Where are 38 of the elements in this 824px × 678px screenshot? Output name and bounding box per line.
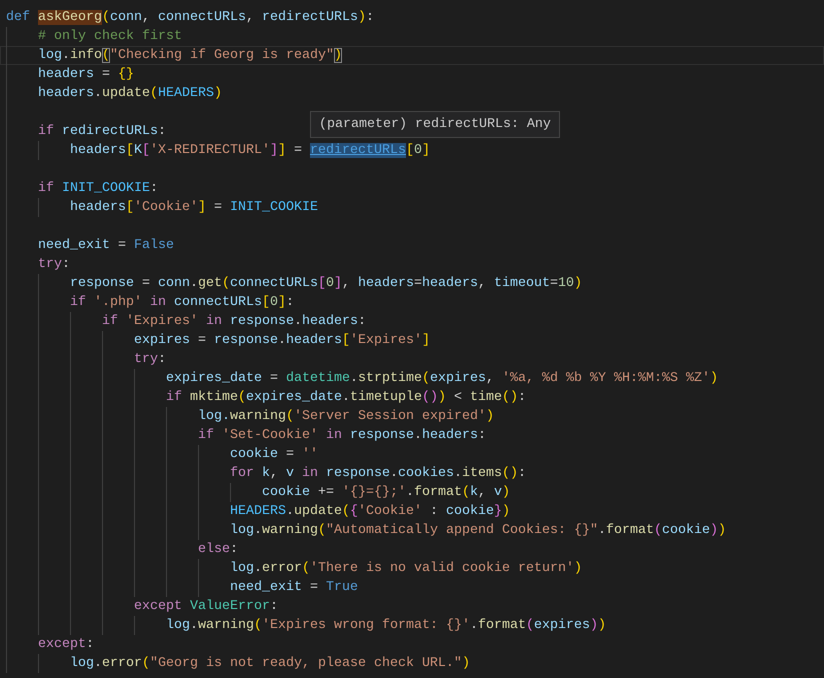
code-line: def askGeorg(conn, connectURLs, redirectURLs): (6, 9, 374, 26)
code-line: if 'Expires' in response.headers: (102, 313, 366, 330)
code-line: HEADERS.update({'Cookie' : cookie}) (230, 503, 510, 520)
indent-guide (134, 616, 135, 635)
indent-guide (38, 141, 39, 160)
indent-guide (38, 654, 39, 673)
code-line: if mktime(expires_date.timetuple()) < time(): (166, 389, 526, 406)
code-line: headers.update(HEADERS) (38, 85, 222, 102)
code-line: headers = {} (38, 66, 134, 83)
indent-guide (230, 483, 231, 502)
code-line: log.warning("Automatically append Cookies: {}".format(cookie)) (230, 522, 726, 539)
code-line: try: (134, 351, 166, 368)
code-line: need_exit = True (230, 579, 358, 596)
indent-guide (38, 198, 39, 217)
code-line: if 'Set-Cookie' in response.headers: (198, 427, 486, 444)
code-line: log.warning('Server Session expired') (198, 408, 494, 425)
code-line: if redirectURLs: (38, 123, 166, 140)
code-line: else: (198, 541, 238, 558)
code-line: for k, v in response.cookies.items(): (230, 465, 526, 482)
code-line: need_exit = False (38, 237, 174, 254)
code-line: if INIT_COOKIE: (38, 180, 158, 197)
code-line: log.error('There is no valid cookie return') (230, 560, 582, 577)
code-line: log.warning('Expires wrong format: {}'.format(expires)) (166, 617, 606, 634)
code-line: cookie += '{}={};'.format(k, v) (262, 484, 510, 501)
code-line: cookie = '' (230, 446, 318, 463)
code-line: expires_date = datetime.strptime(expires, '%a, %d %b %Y %H:%M:%S %Z') (166, 370, 718, 387)
code-line: # only check first (38, 28, 182, 45)
code-line: headers[K['X-REDIRECTURL']] = redirectURLs[0] (70, 142, 430, 159)
code-line: log.error("Georg is not ready, please check URL.") (70, 655, 470, 672)
code-line: except ValueError: (134, 598, 278, 615)
code-line: expires = response.headers['Expires'] (134, 332, 430, 349)
code-line: headers['Cookie'] = INIT_COOKIE (70, 199, 318, 216)
code-line: except: (38, 636, 94, 653)
tooltip: (parameter) redirectURLs: Any (310, 111, 560, 138)
code-line: try: (38, 256, 70, 273)
code-line: if '.php' in connectURLs[0]: (70, 294, 294, 311)
code-line: log.info("Checking if Georg is ready") (38, 47, 342, 64)
code-line: response = conn.get(connectURLs[0], headers=headers, timeout=10) (70, 275, 582, 292)
